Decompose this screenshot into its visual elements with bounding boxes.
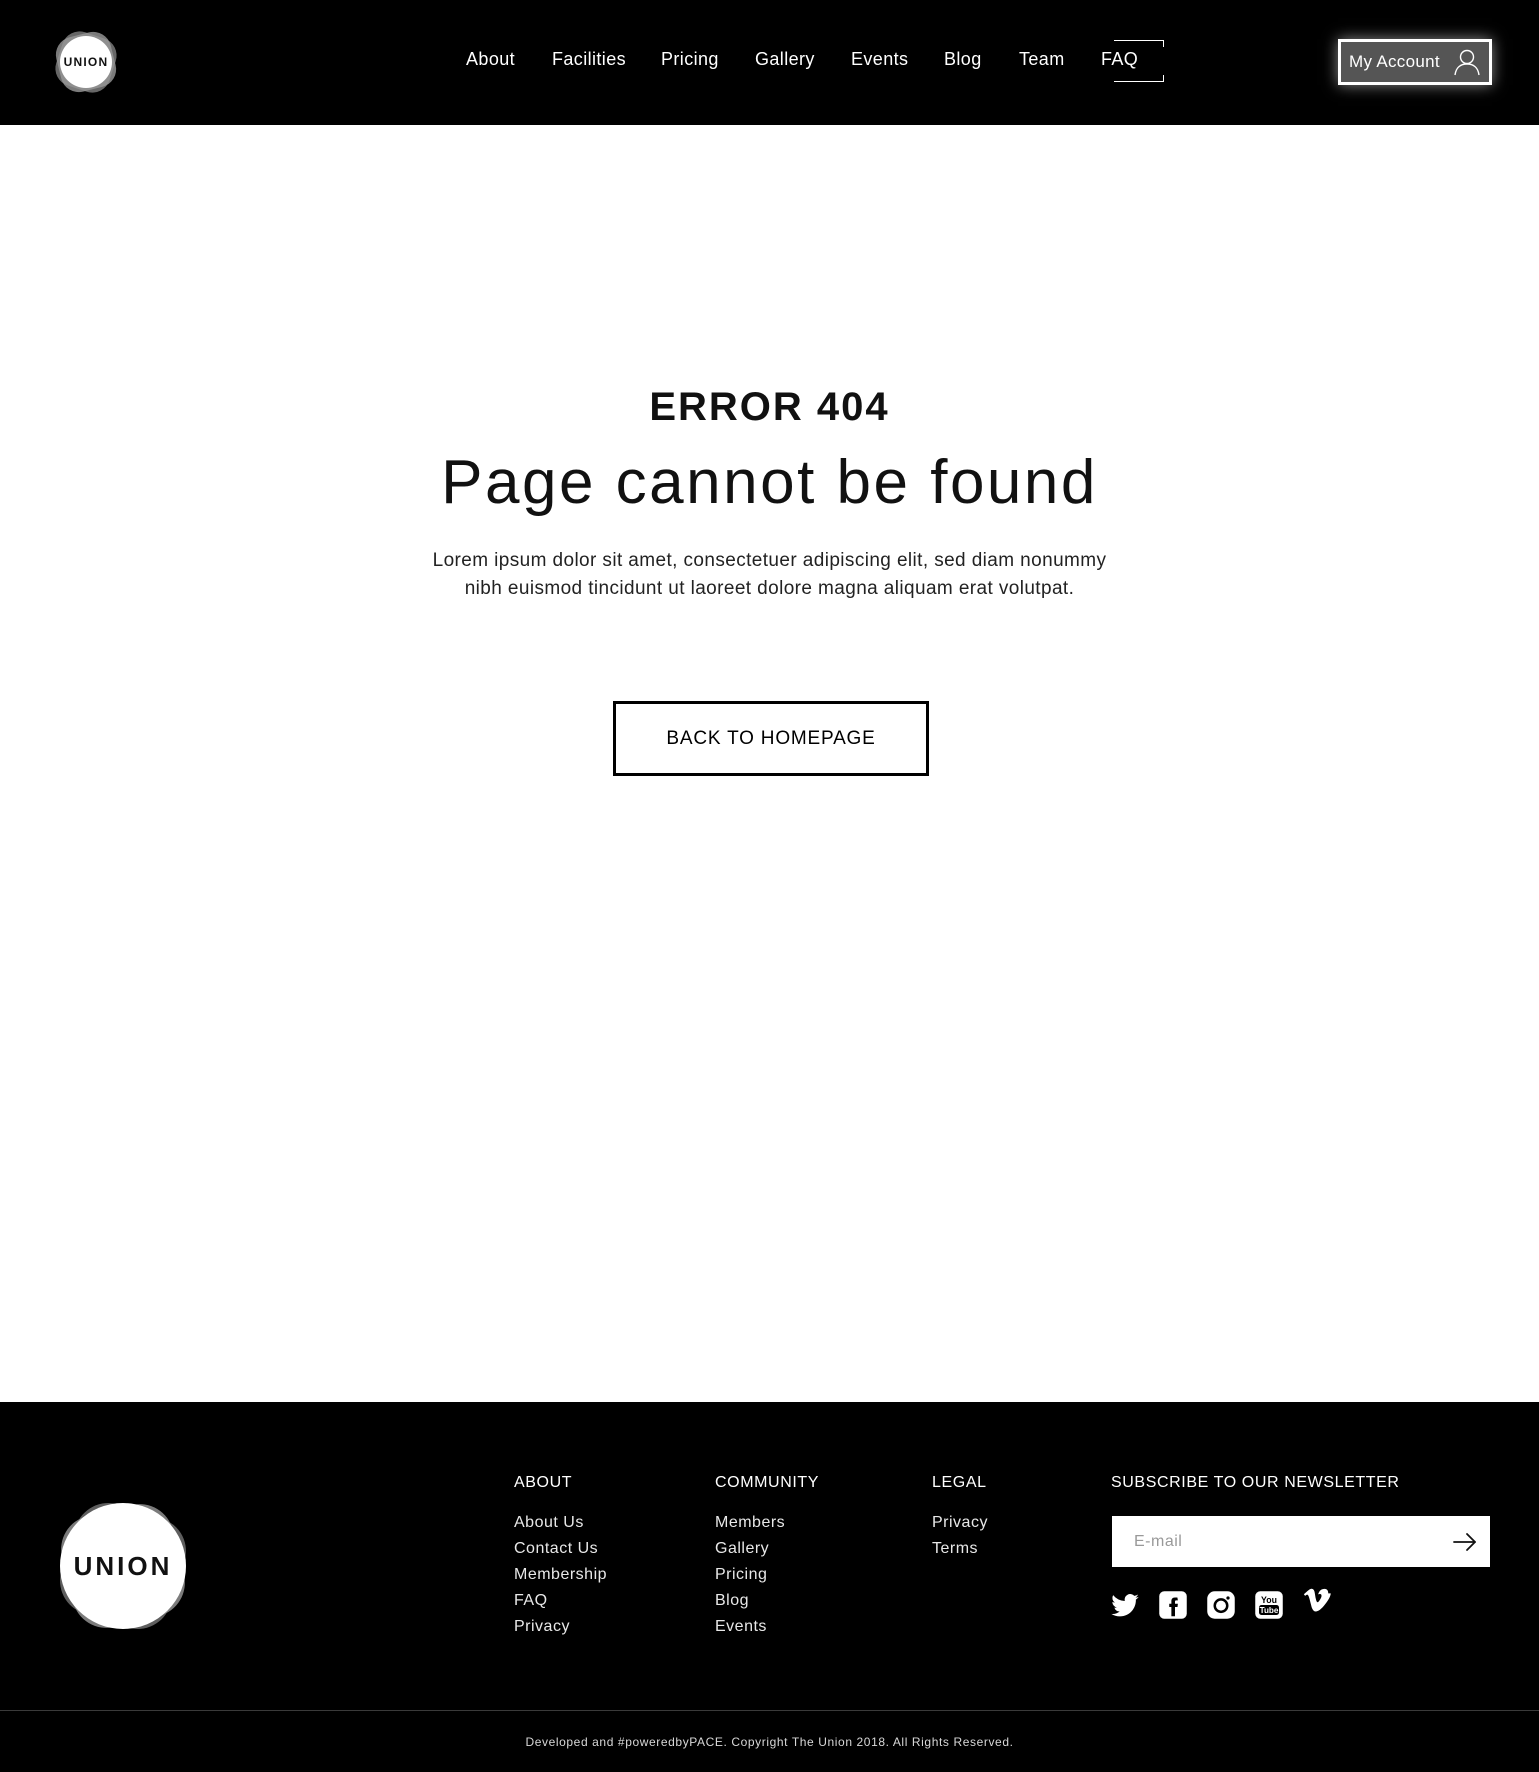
- footer-column-community: COMMUNITY Members Gallery Pricing Blog E…: [715, 1474, 819, 1640]
- footer-link-about-us[interactable]: About Us: [514, 1510, 607, 1536]
- nav-events[interactable]: Events: [851, 49, 908, 70]
- my-account-button[interactable]: My Account: [1338, 39, 1492, 85]
- back-to-homepage-button[interactable]: BACK TO HOMEPAGE: [613, 701, 929, 776]
- active-nav-indicator: [1114, 40, 1164, 82]
- footer-link-terms[interactable]: Terms: [932, 1536, 988, 1562]
- main-nav: About Facilities Pricing Gallery Events …: [0, 0, 1539, 125]
- footer-column-title: LEGAL: [932, 1474, 987, 1491]
- site-footer: UNION ABOUT About Us Contact Us Membersh…: [0, 1402, 1539, 1772]
- nav-pricing[interactable]: Pricing: [661, 49, 719, 70]
- youtube-badge-text: Tube: [1260, 1606, 1279, 1615]
- nav-blog[interactable]: Blog: [944, 49, 982, 70]
- arrow-right-icon[interactable]: [1452, 1529, 1478, 1555]
- footer-link-membership[interactable]: Membership: [514, 1562, 607, 1588]
- instagram-icon[interactable]: [1206, 1590, 1236, 1620]
- footer-column-legal: LEGAL Privacy Terms: [932, 1474, 988, 1562]
- footer-link-legal-privacy[interactable]: Privacy: [932, 1510, 988, 1536]
- page-title: Page cannot be found: [441, 448, 1098, 517]
- email-field[interactable]: [1112, 1516, 1432, 1567]
- footer-column-about: ABOUT About Us Contact Us Membership FAQ…: [514, 1474, 607, 1640]
- footer-link-gallery[interactable]: Gallery: [715, 1536, 819, 1562]
- copyright-text: Developed and #poweredbyPACE. Copyright …: [525, 1735, 1014, 1749]
- user-icon: [1454, 49, 1480, 76]
- footer-link-contact-us[interactable]: Contact Us: [514, 1536, 607, 1562]
- newsletter-title: SUBSCRIBE TO OUR NEWSLETTER: [1111, 1474, 1400, 1491]
- footer-column-title: ABOUT: [514, 1474, 573, 1491]
- twitter-icon[interactable]: [1110, 1591, 1140, 1621]
- error-description-line: Lorem ipsum dolor sit amet, consectetuer…: [432, 550, 1107, 571]
- footer-logo-text: UNION: [74, 1551, 173, 1581]
- facebook-icon[interactable]: [1158, 1590, 1188, 1620]
- site-header: UNION About Facilities Pricing Gallery E…: [0, 0, 1539, 125]
- youtube-badge-text: You: [1261, 1595, 1277, 1605]
- union-logo-footer[interactable]: UNION: [48, 1491, 198, 1641]
- nav-about[interactable]: About: [466, 49, 515, 70]
- footer-link-pricing[interactable]: Pricing: [715, 1562, 819, 1588]
- nav-gallery[interactable]: Gallery: [755, 49, 815, 70]
- error-code: ERROR 404: [649, 385, 890, 429]
- footer-divider: [0, 1710, 1539, 1711]
- footer-column-title: COMMUNITY: [715, 1474, 820, 1491]
- youtube-icon[interactable]: You Tube: [1254, 1590, 1284, 1620]
- footer-link-members[interactable]: Members: [715, 1510, 819, 1536]
- nav-facilities[interactable]: Facilities: [552, 49, 626, 70]
- main-content: ERROR 404 Page cannot be found Lorem ips…: [0, 125, 1539, 1402]
- newsletter-form: [1112, 1516, 1490, 1567]
- vimeo-icon[interactable]: [1302, 1585, 1332, 1615]
- newsletter-section: SUBSCRIBE TO OUR NEWSLETTER: [1111, 1474, 1400, 1510]
- footer-link-events[interactable]: Events: [715, 1614, 819, 1640]
- nav-team[interactable]: Team: [1019, 49, 1065, 70]
- footer-link-blog[interactable]: Blog: [715, 1588, 819, 1614]
- my-account-label: My Account: [1349, 52, 1440, 71]
- footer-link-faq[interactable]: FAQ: [514, 1588, 607, 1614]
- error-description-line: nibh euismod tincidunt ut laoreet dolore…: [464, 578, 1075, 599]
- error-description: Lorem ipsum dolor sit amet, consectetuer…: [0, 547, 1539, 603]
- footer-link-privacy[interactable]: Privacy: [514, 1614, 607, 1640]
